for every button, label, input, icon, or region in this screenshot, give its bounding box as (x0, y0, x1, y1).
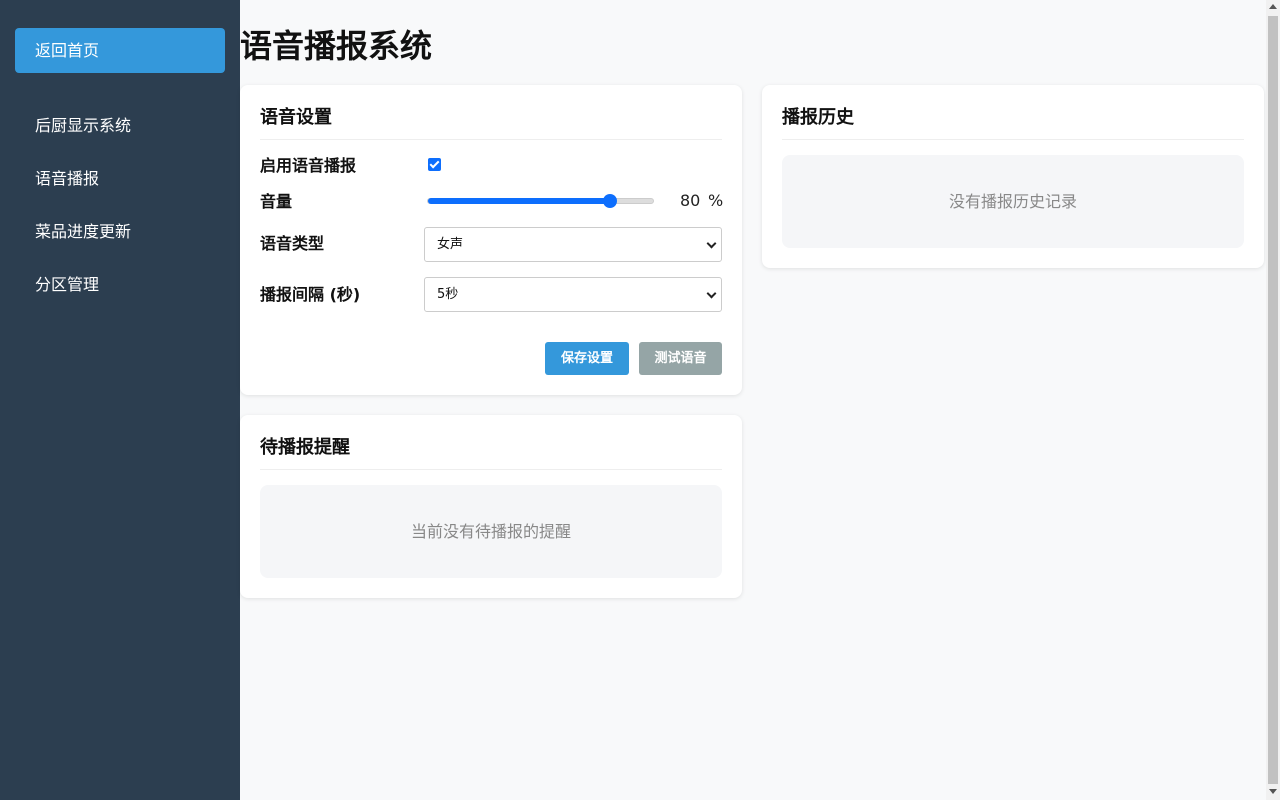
interval-select[interactable]: 5秒 (424, 277, 722, 312)
volume-slider-fill (428, 198, 610, 204)
chevron-down-icon (706, 238, 717, 249)
scroll-up-icon[interactable] (1269, 4, 1277, 9)
voice-settings-card: 语音设置 启用语音播报 音量 80 % 语音类型 女声 播报间隔 (秒) 5秒 … (240, 85, 742, 395)
voice-settings-title: 语音设置 (260, 105, 722, 140)
sidebar-item-dish-progress[interactable]: 菜品进度更新 (35, 220, 131, 244)
enable-voice-checkbox[interactable] (428, 158, 441, 171)
voice-type-label: 语音类型 (260, 234, 325, 253)
pending-reminders-title: 待播报提醒 (260, 435, 722, 470)
test-voice-button[interactable]: 测试语音 (639, 342, 722, 375)
sidebar: 返回首页 后厨显示系统 语音播报 菜品进度更新 分区管理 (0, 0, 240, 800)
enable-voice-label: 启用语音播报 (260, 156, 357, 175)
voice-type-select[interactable]: 女声 (424, 227, 722, 262)
sidebar-item-kitchen-display[interactable]: 后厨显示系统 (35, 114, 131, 138)
scrollbar-thumb[interactable] (1268, 16, 1278, 784)
volume-unit: % (708, 191, 724, 210)
scroll-down-icon[interactable] (1269, 789, 1277, 794)
chevron-down-icon (706, 288, 717, 299)
main-content: 语音播报系统 语音设置 启用语音播报 音量 80 % 语音类型 女声 播报间隔 … (240, 0, 1266, 800)
page-title: 语音播报系统 (240, 27, 433, 65)
sidebar-item-voice-broadcast[interactable]: 语音播报 (35, 167, 99, 191)
sidebar-item-zone-management[interactable]: 分区管理 (35, 273, 99, 297)
pending-empty-state: 当前没有待播报的提醒 (260, 485, 722, 578)
interval-value: 5秒 (437, 287, 459, 302)
broadcast-history-title: 播报历史 (782, 105, 1244, 140)
volume-label: 音量 (260, 192, 293, 211)
broadcast-history-card: 播报历史 没有播报历史记录 (762, 85, 1264, 268)
history-empty-state: 没有播报历史记录 (782, 155, 1244, 248)
volume-slider[interactable] (427, 194, 654, 208)
save-settings-button[interactable]: 保存设置 (545, 342, 629, 375)
voice-type-value: 女声 (437, 237, 464, 252)
volume-value: 80 (680, 191, 701, 210)
back-home-button[interactable]: 返回首页 (15, 28, 225, 73)
pending-reminders-card: 待播报提醒 当前没有待播报的提醒 (240, 415, 742, 598)
interval-label: 播报间隔 (秒) (260, 285, 361, 304)
volume-slider-thumb[interactable] (603, 194, 617, 208)
